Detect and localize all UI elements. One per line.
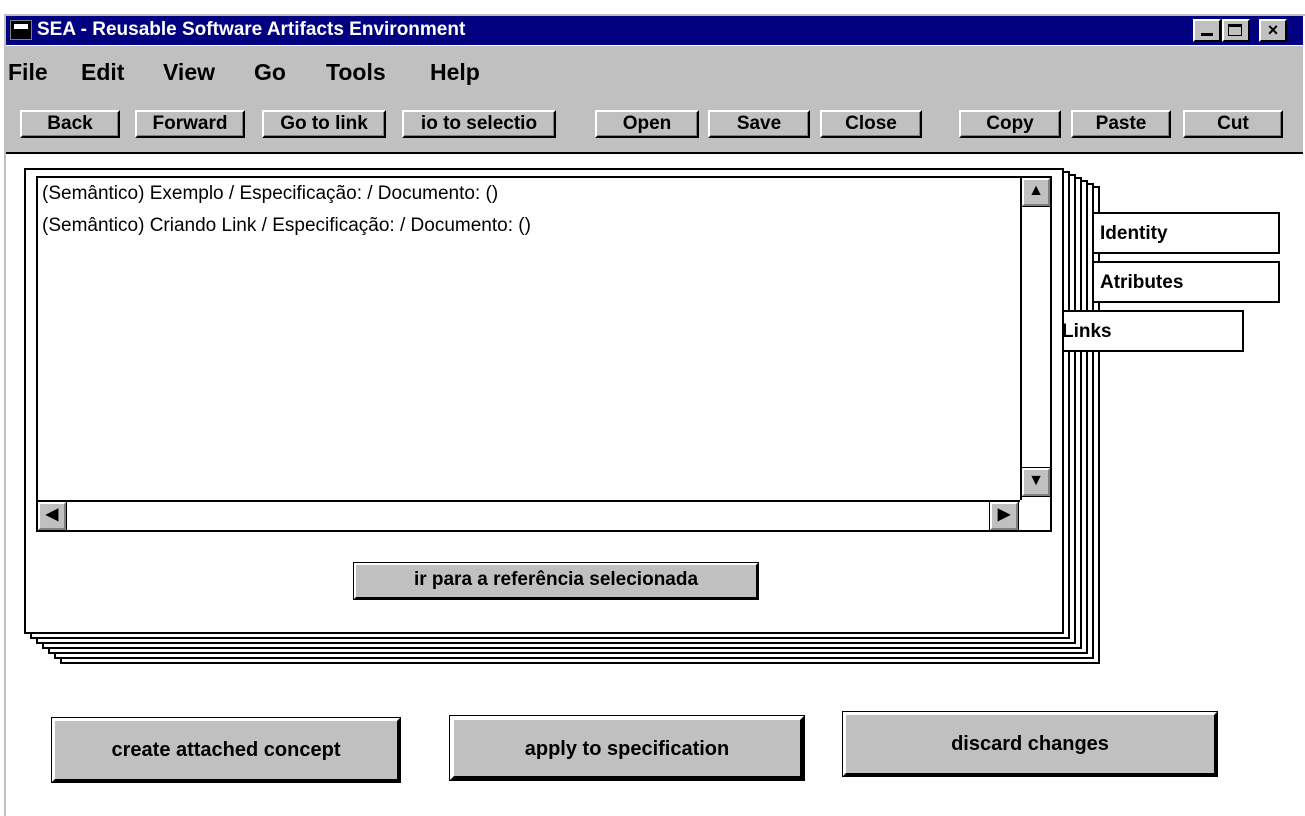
- discard-changes-button[interactable]: discard changes: [842, 711, 1218, 777]
- close-button[interactable]: Close: [820, 110, 922, 138]
- tab-atributes[interactable]: Atributes: [1092, 261, 1280, 303]
- horizontal-scrollbar[interactable]: ◀ ▶: [38, 500, 1020, 530]
- menu-tools[interactable]: Tools: [326, 59, 386, 85]
- go-to-link-button[interactable]: Go to link: [262, 110, 386, 138]
- menu-bar: File Edit View Go Tools Help: [6, 46, 1303, 90]
- list-item[interactable]: (Semântico) Exemplo / Especificação: / D…: [42, 183, 498, 205]
- menu-view[interactable]: View: [163, 59, 215, 85]
- scroll-down-icon[interactable]: ▼: [1021, 467, 1050, 497]
- open-button[interactable]: Open: [595, 110, 699, 138]
- go-to-selection-button[interactable]: io to selectio: [402, 110, 556, 138]
- tab-identity[interactable]: Identity: [1092, 212, 1280, 254]
- vertical-scrollbar[interactable]: ▲ ▼: [1020, 178, 1050, 500]
- scroll-up-icon[interactable]: ▲: [1021, 178, 1050, 207]
- app-icon[interactable]: [10, 20, 32, 40]
- forward-button[interactable]: Forward: [135, 110, 245, 138]
- go-to-reference-button[interactable]: ir para a referência selecionada: [353, 562, 759, 600]
- create-attached-concept-button[interactable]: create attached concept: [51, 717, 401, 783]
- menu-help[interactable]: Help: [430, 59, 480, 85]
- menu-file[interactable]: File: [8, 59, 48, 85]
- title-bar[interactable]: SEA - Reusable Software Artifacts Enviro…: [6, 16, 1303, 45]
- scroll-left-icon[interactable]: ◀: [38, 501, 67, 530]
- minimize-button[interactable]: [1193, 19, 1221, 42]
- copy-button[interactable]: Copy: [959, 110, 1061, 138]
- close-icon: ×: [1267, 20, 1279, 40]
- menu-go[interactable]: Go: [254, 59, 286, 85]
- maximize-button[interactable]: [1222, 19, 1250, 42]
- window-title: SEA - Reusable Software Artifacts Enviro…: [37, 19, 466, 40]
- links-list[interactable]: (Semântico) Exemplo / Especificação: / D…: [36, 176, 1052, 532]
- close-window-button[interactable]: ×: [1259, 19, 1287, 42]
- tab-links[interactable]: Links: [1054, 310, 1244, 352]
- scroll-right-icon[interactable]: ▶: [989, 501, 1019, 530]
- paste-button[interactable]: Paste: [1071, 110, 1171, 138]
- menu-edit[interactable]: Edit: [81, 59, 124, 85]
- save-button[interactable]: Save: [708, 110, 810, 138]
- apply-to-specification-button[interactable]: apply to specification: [449, 715, 805, 781]
- toolbar: Back Forward Go to link io to selectio O…: [6, 90, 1303, 154]
- list-item[interactable]: (Semântico) Criando Link / Especificação…: [42, 215, 531, 237]
- cut-button[interactable]: Cut: [1183, 110, 1283, 138]
- back-button[interactable]: Back: [20, 110, 120, 138]
